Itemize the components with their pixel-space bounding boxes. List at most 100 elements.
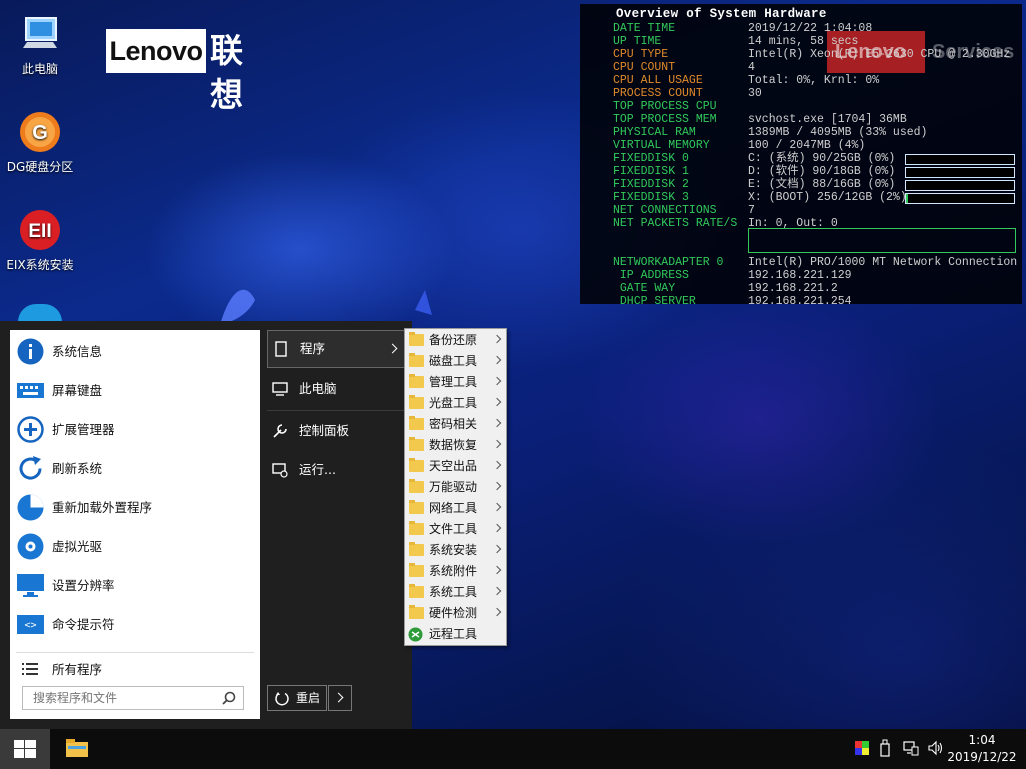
restart-button[interactable]: 重启: [267, 685, 327, 711]
info-icon: [16, 337, 45, 366]
monitor-key: TOP PROCESS MEM: [613, 113, 717, 126]
disk-usage-bar: [905, 154, 1015, 165]
start-item-7[interactable]: 设置分辨率: [10, 566, 260, 605]
desktop-icon-this-pc[interactable]: 此电脑: [5, 12, 75, 77]
chevron-right-icon: [492, 397, 502, 407]
this-pc-item[interactable]: 此电脑: [267, 371, 405, 407]
run-item[interactable]: 运行...: [267, 452, 405, 488]
monitor-row: FIXEDDISK 3 X: (BOOT) 256/12GB (2%): [613, 191, 907, 204]
monitor-key: PHYSICAL RAM: [613, 126, 696, 139]
chevron-right-icon: [333, 692, 344, 703]
submenu-item[interactable]: 系统附件: [405, 561, 506, 582]
cmd-icon: <>: [16, 610, 45, 639]
monitor-row: FIXEDDISK 2 E: (文档) 88/16GB (0%): [613, 178, 895, 191]
submenu-item[interactable]: 磁盘工具: [405, 351, 506, 372]
adapter-value: 192.168.221.254: [748, 295, 852, 308]
submenu-item[interactable]: 光盘工具: [405, 393, 506, 414]
disk-usage-bar: [905, 167, 1015, 178]
submenu-item[interactable]: 系统工具: [405, 582, 506, 603]
programs-icon: [272, 340, 290, 358]
desktop-icon-dg[interactable]: G DG硬盘分区: [5, 110, 75, 175]
adapter-row: DHCP SERVER 192.168.221.254: [613, 295, 852, 308]
monitor-row: FIXEDDISK 0 C: (系统) 90/25GB (0%): [613, 152, 895, 165]
monitor-row: CPU COUNT 4: [613, 61, 755, 74]
submenu-item[interactable]: 备份还原: [405, 330, 506, 351]
start-item-label: 刷新系统: [52, 461, 103, 476]
submenu-item-label: 光盘工具: [429, 396, 478, 410]
start-item-2[interactable]: 屏幕键盘: [10, 371, 260, 410]
computer-icon: [18, 12, 62, 56]
restart-label: 重启: [296, 691, 321, 705]
all-programs-item[interactable]: 所有程序: [10, 650, 260, 689]
usb-icon[interactable]: [880, 739, 890, 757]
monitor-value: Total: 0%, Krnl: 0%: [748, 74, 880, 87]
chevron-right-icon: [492, 607, 502, 617]
folder-icon: [409, 416, 424, 430]
desktop-icon-eix[interactable]: EII EIX系统安装: [5, 208, 75, 273]
net-graph-box: [748, 228, 1016, 253]
start-item-label: 系统信息: [52, 344, 103, 359]
control-panel-label: 控制面板: [299, 423, 350, 438]
submenu-item[interactable]: 密码相关: [405, 414, 506, 435]
restart-options-button[interactable]: [328, 685, 352, 711]
start-item-8[interactable]: <> 命令提示符: [10, 605, 260, 644]
start-menu-left-pane: 系统信息屏幕键盘扩展管理器刷新系统重新加载外置程序 虚拟光驱 设置分辨率 <> 命令提示…: [10, 330, 260, 719]
folder-icon: [409, 521, 424, 535]
submenu-item[interactable]: 数据恢复: [405, 435, 506, 456]
control-panel-item[interactable]: 控制面板: [267, 413, 405, 449]
monitor-value: Intel(R) Xeon(R) E5-2630 CPU @ 2.30GHz: [748, 48, 1011, 61]
start-item-4[interactable]: 刷新系统: [10, 449, 260, 488]
search-icon[interactable]: [221, 690, 237, 706]
monitor-key: FIXEDDISK 0: [613, 152, 689, 165]
clock[interactable]: 1:04 2019/12/22: [942, 732, 1022, 766]
chevron-right-icon: [492, 439, 502, 449]
folder-icon: [409, 353, 424, 367]
start-item-6[interactable]: 虚拟光驱: [10, 527, 260, 566]
disk-usage-bar: [905, 180, 1015, 191]
computer-icon: [271, 380, 289, 398]
submenu-item[interactable]: 远程工具: [405, 624, 506, 645]
start-item-1[interactable]: 系统信息: [10, 332, 260, 371]
search-input[interactable]: [31, 687, 220, 709]
monitor-value: 7: [748, 204, 755, 217]
file-explorer-icon[interactable]: [66, 739, 88, 757]
submenu-item[interactable]: 天空出品: [405, 456, 506, 477]
submenu-item[interactable]: 系统安装: [405, 540, 506, 561]
network-icon[interactable]: [903, 740, 919, 756]
monitor-row: FIXEDDISK 1 D: (软件) 90/18GB (0%): [613, 165, 895, 178]
submenu-item-label: 磁盘工具: [429, 354, 478, 368]
monitor-key: FIXEDDISK 1: [613, 165, 689, 178]
start-item-5[interactable]: 重新加载外置程序: [10, 488, 260, 527]
submenu-item[interactable]: 万能驱动: [405, 477, 506, 498]
divider: [267, 410, 405, 411]
submenu-item[interactable]: 硬件检测: [405, 603, 506, 624]
clock-time: 1:04: [968, 733, 996, 747]
desktop-icon-label: 此电脑: [21, 62, 58, 76]
submenu-item-label: 密码相关: [429, 417, 478, 431]
monitor-key: DATE TIME: [613, 22, 676, 35]
svg-text:EII: EII: [28, 221, 51, 242]
monitor-row: PROCESS COUNT 30: [613, 87, 762, 100]
wrench-icon: [271, 422, 289, 440]
folder-icon: [409, 584, 424, 598]
submenu-item[interactable]: 管理工具: [405, 372, 506, 393]
start-item-3[interactable]: 扩展管理器: [10, 410, 260, 449]
monitor-key: NET CONNECTIONS: [613, 204, 717, 217]
submenu-item[interactable]: 网络工具: [405, 498, 506, 519]
monitor-title: Overview of System Hardware: [616, 7, 827, 21]
start-item-label: 扩展管理器: [52, 422, 115, 437]
disk-usage-bar: [905, 193, 1015, 204]
search-box[interactable]: [22, 686, 244, 710]
monitor-key: TOP PROCESS CPU: [613, 100, 717, 113]
submenu-item[interactable]: 文件工具: [405, 519, 506, 540]
start-button[interactable]: [0, 729, 50, 769]
adapter-row: NETWORKADAPTER 0 Intel(R) PRO/1000 MT Net…: [613, 256, 1017, 269]
dg-partition-icon: G: [18, 110, 62, 154]
color-tray-icon[interactable]: [855, 741, 869, 755]
monitor-icon: [16, 571, 45, 600]
monitor-key: CPU COUNT: [613, 61, 676, 74]
monitor-key: CPU TYPE: [613, 48, 669, 61]
folder-icon: [409, 395, 424, 409]
programs-item[interactable]: 程序: [267, 330, 407, 368]
chevron-right-icon: [492, 460, 502, 470]
